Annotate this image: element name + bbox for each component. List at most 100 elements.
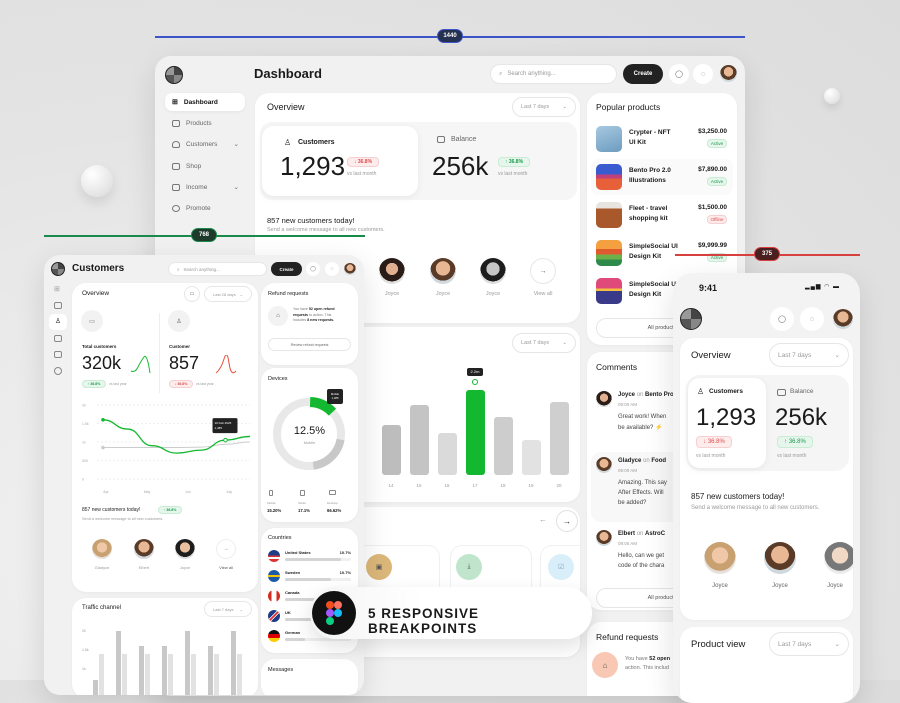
customers-stat-card[interactable]: ♙ Customers 1,293 ↓ 36.8% vs last month [688, 378, 766, 468]
customer-avatar[interactable] [764, 542, 796, 574]
country-bar-fill [285, 578, 332, 581]
bar[interactable] [521, 440, 541, 475]
chat-icon[interactable]: ◌ [693, 64, 713, 84]
chevron-down-icon: ⌄ [233, 141, 239, 148]
view-all-link[interactable]: View all [206, 565, 246, 570]
customer-avatar[interactable] [704, 542, 736, 574]
traffic-bar[interactable] [230, 631, 236, 695]
review-refund-requests-button[interactable]: Review refund requests [268, 338, 351, 351]
sidebar-item-promote[interactable]: Promote [165, 199, 245, 217]
search-input[interactable]: ⌕ Search anything... [168, 262, 267, 276]
bell-icon[interactable]: ◯ [770, 307, 794, 331]
period-dropdown[interactable]: Last 7 days ⌄ [769, 343, 849, 367]
user-icon: ♙ [284, 138, 292, 147]
traffic-bar[interactable] [190, 653, 196, 695]
traffic-bar[interactable] [115, 631, 121, 695]
sidebar-icon-income[interactable] [54, 351, 62, 358]
sidebar-icon-shop[interactable] [54, 335, 62, 342]
arrow-left-button[interactable]: ← [539, 515, 547, 524]
bell-icon[interactable]: ◯ [669, 64, 689, 84]
user-avatar[interactable] [720, 65, 737, 82]
user-avatar[interactable] [833, 309, 853, 329]
change-badge: ↓ 36.8% [696, 436, 732, 448]
bar[interactable] [549, 401, 569, 475]
customer-avatar[interactable] [824, 542, 853, 574]
chat-icon[interactable]: ◌ [325, 262, 339, 276]
logo-icon[interactable] [680, 308, 702, 330]
sidebar-icon-products[interactable] [54, 302, 62, 309]
period-dropdown[interactable]: Last 7 days ⌄ [769, 632, 849, 656]
create-button[interactable]: Create [271, 262, 302, 276]
product-row[interactable]: Bento Pro 2.0 Illustrations $7,890.00 Ac… [591, 159, 733, 195]
bar[interactable] [409, 405, 429, 475]
calendar-icon[interactable]: ▭ [184, 286, 200, 302]
logo-icon[interactable] [51, 262, 65, 276]
sidebar-icon-dashboard[interactable]: ⊞ [54, 285, 60, 293]
period-dropdown[interactable]: Last 7 days ⌄ [512, 97, 576, 117]
bar[interactable] [381, 424, 401, 475]
arrow-right-button[interactable]: → [556, 510, 578, 532]
traffic-bar[interactable] [92, 680, 98, 695]
tablet-breakpoint-label: 768 [191, 228, 217, 242]
sidebar-item-shop[interactable]: Shop [165, 157, 245, 175]
sidebar-item-income[interactable]: Income ⌄ [165, 178, 245, 196]
traffic-bar[interactable] [161, 646, 167, 695]
customers-stat-card[interactable]: ♙ Customers 1,293 ↓ 36.8% vs last month [262, 126, 418, 196]
hover-point[interactable] [223, 437, 228, 443]
period-dropdown[interactable]: Last 28 days ⌄ [204, 286, 252, 302]
view-all-link[interactable]: View all [523, 291, 563, 297]
search-input[interactable]: ⌕ Search anything... [490, 64, 617, 84]
sidebar-item-products[interactable]: Products [165, 114, 245, 132]
customer-avatar[interactable] [134, 539, 154, 559]
bar-highlighted[interactable] [465, 390, 485, 475]
flag-icon [268, 550, 280, 562]
country-row: United States 10.7% [261, 550, 358, 566]
customer-avatar[interactable] [379, 258, 405, 284]
x-tick-label: 20 [556, 483, 562, 488]
sidebar-icon-promote[interactable] [54, 367, 62, 375]
status-bar-time: 9:41 [699, 283, 718, 293]
customer-avatar[interactable] [430, 258, 456, 284]
user-avatar[interactable] [344, 263, 356, 275]
flag-icon [268, 570, 280, 582]
sidebar-item-customers[interactable]: Customers ⌄ [165, 135, 245, 153]
bar[interactable] [493, 417, 513, 475]
traffic-bar[interactable] [213, 653, 219, 695]
traffic-bar[interactable] [184, 631, 190, 695]
balance-value: 256k [775, 404, 828, 431]
traffic-bar[interactable] [138, 646, 144, 695]
product-row[interactable]: SimpleSocial UI Design Kit $9,999.99 Act… [591, 235, 733, 271]
sidebar-item-dashboard[interactable]: ⊞ Dashboard [165, 93, 245, 111]
view-all-arrow-button[interactable]: → [530, 258, 556, 284]
product-row[interactable]: Crypter - NFT UI Kit $3,250.00 Active [591, 121, 733, 157]
customer-avatar[interactable] [92, 539, 112, 559]
customers-line-chart: 2k 1.5k 1k 500 0 Apr May Jun July 10 Feb 20251,48… [82, 404, 251, 494]
change-badge: ↑ 36.8% [777, 436, 813, 448]
traffic-bar[interactable] [236, 653, 242, 695]
view-all-arrow-button[interactable]: → [216, 539, 236, 559]
banner-text: 5 RESPONSIVE BREAKPOINTS [368, 606, 480, 636]
breakpoints-banner: 5 RESPONSIVE BREAKPOINTS [310, 587, 592, 639]
traffic-bar[interactable] [121, 653, 127, 695]
product-row[interactable]: Fleet - travel shopping kit $1,500.00 Of… [591, 197, 733, 233]
sidebar-icon-customers-active[interactable]: ♙ [49, 314, 67, 330]
traffic-bar[interactable] [98, 653, 104, 695]
bell-icon[interactable]: ◯ [306, 262, 320, 276]
customer-avatar[interactable] [175, 539, 195, 559]
traffic-bar[interactable] [144, 653, 150, 695]
y-tick-label: 500 [82, 459, 88, 463]
logo-icon[interactable] [165, 66, 183, 84]
phone-icon [269, 490, 273, 496]
change-badge: ↓ 36.8% [169, 380, 193, 388]
commenter-avatar [596, 530, 612, 546]
chat-icon[interactable]: ◌ [800, 307, 824, 331]
traffic-bar[interactable] [207, 646, 213, 695]
customers-value: 1,293 [280, 151, 346, 181]
card-title: Overview [691, 350, 731, 361]
traffic-bar[interactable] [167, 653, 173, 695]
bar[interactable] [437, 432, 457, 475]
create-button[interactable]: Create [623, 64, 663, 84]
wallet-icon [437, 136, 445, 143]
search-icon: ⌕ [499, 70, 503, 77]
customer-avatar[interactable] [480, 258, 506, 284]
